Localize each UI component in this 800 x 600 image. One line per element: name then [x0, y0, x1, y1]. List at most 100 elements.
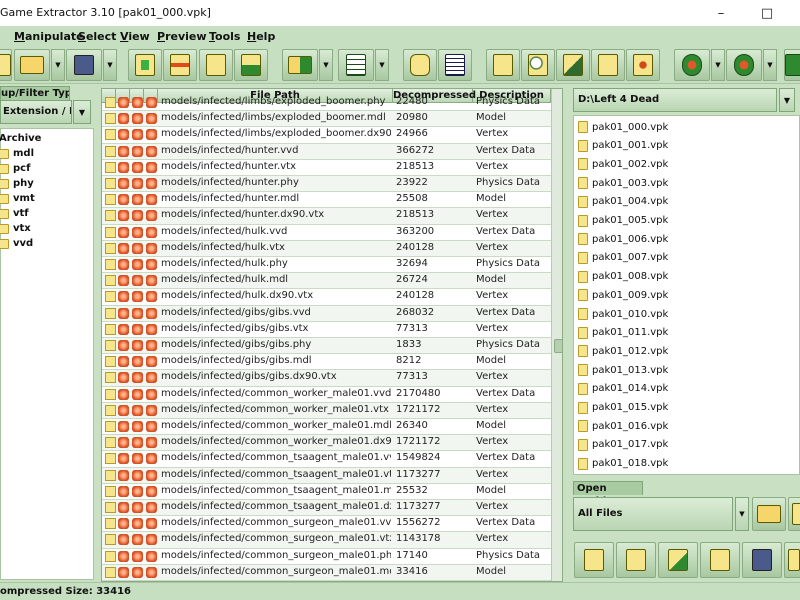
table-row[interactable]: models/infected/common_worker_male01.dx9…	[102, 435, 551, 452]
export-button[interactable]	[282, 49, 318, 81]
remove-file-button[interactable]	[163, 49, 197, 81]
options-dropdown[interactable]: ▼	[711, 49, 725, 81]
details-view-button[interactable]	[438, 49, 472, 81]
view-dropdown[interactable]: ▼	[375, 49, 389, 81]
archive-list-item[interactable]: pak01_012.vpk	[578, 345, 668, 358]
extra-button[interactable]	[784, 49, 800, 81]
table-row[interactable]: models/infected/limbs/exploded_boomer.dx…	[102, 127, 551, 144]
table-row[interactable]: models/infected/limbs/exploded_boomer.md…	[102, 111, 551, 128]
menu-manipulate[interactable]: Manipulate	[14, 30, 84, 43]
preview-archive-button[interactable]	[788, 497, 800, 531]
minimize-button[interactable]: –	[698, 0, 744, 26]
table-row[interactable]: models/infected/hunter.dx90.vtx 218513 Ver…	[102, 208, 551, 225]
menu-view[interactable]: View	[120, 30, 150, 43]
table-row[interactable]: models/infected/common_surgeon_male01.md…	[102, 564, 551, 581]
add-file-button[interactable]	[128, 49, 162, 81]
filter-select[interactable]: Extension / File	[0, 100, 72, 124]
tree-item[interactable]: phy	[0, 178, 34, 189]
action-button-6[interactable]	[784, 542, 800, 578]
table-row[interactable]: models/infected/common_surgeon_male01.vv…	[102, 516, 551, 533]
archive-list-item[interactable]: pak01_017.vpk	[578, 438, 668, 451]
table-view-button[interactable]	[338, 49, 374, 81]
file-type-dropdown-button[interactable]: ▼	[735, 497, 749, 531]
vertical-scrollbar[interactable]	[551, 89, 562, 581]
file-type-select[interactable]: All Files	[573, 497, 733, 531]
tree-item[interactable]: vtf	[0, 208, 29, 219]
replace-button[interactable]	[234, 49, 268, 81]
archive-list-item[interactable]: pak01_003.vpk	[578, 177, 668, 190]
scroll-thumb[interactable]	[554, 339, 562, 353]
archive-list-item[interactable]: pak01_018.vpk	[578, 457, 668, 470]
table-row[interactable]: models/infected/hunter.phy 23922 Physics D…	[102, 176, 551, 193]
table-row[interactable]: models/infected/common_tsaagent_male01.m…	[102, 484, 551, 500]
archive-list-item[interactable]: pak01_015.vpk	[578, 401, 668, 414]
table-row[interactable]: models/infected/gibs/gibs.phy 1833 Physics…	[102, 338, 551, 355]
tree-item[interactable]: vtx	[0, 223, 31, 234]
table-row[interactable]: models/infected/limbs/exploded_boomer.ph…	[102, 95, 551, 112]
save-dropdown[interactable]: ▼	[103, 49, 117, 81]
archive-list-item[interactable]: pak01_006.vpk	[578, 233, 668, 246]
menu-select[interactable]: Select	[78, 30, 116, 43]
tree-item[interactable]: vmt	[0, 193, 35, 204]
open-archive-button[interactable]	[752, 497, 786, 531]
rename-button[interactable]	[199, 49, 233, 81]
action-button-4[interactable]	[700, 542, 740, 578]
script-button[interactable]	[486, 49, 520, 81]
search-button[interactable]	[521, 49, 555, 81]
thumbnails-button[interactable]	[403, 49, 437, 81]
table-row[interactable]: models/infected/common_surgeon_male01.vt…	[102, 532, 551, 549]
archive-list-item[interactable]: pak01_010.vpk	[578, 308, 668, 320]
archive-list-item[interactable]: pak01_001.vpk	[578, 139, 668, 152]
archive-list-item[interactable]: pak01_013.vpk	[578, 364, 668, 377]
table-row[interactable]: models/infected/gibs/gibs.vvd 268032 Verte…	[102, 305, 551, 322]
options-button[interactable]	[674, 49, 710, 81]
hex-button[interactable]	[591, 49, 625, 81]
archive-list-item[interactable]: pak01_007.vpk	[578, 251, 668, 264]
new-button[interactable]	[0, 49, 12, 81]
filter-dropdown-button[interactable]: ▼	[73, 100, 91, 124]
menu-preview[interactable]: Preview	[157, 30, 207, 43]
filter-type-tab[interactable]: up/Filter Type	[0, 86, 70, 100]
table-row[interactable]: models/infected/gibs/gibs.dx90.vtx 77313 V…	[102, 370, 551, 387]
table-row[interactable]: models/infected/gibs/gibs.vtx 77313 Vertex	[102, 322, 551, 338]
open-dropdown[interactable]: ▼	[51, 49, 65, 81]
settings-button[interactable]	[726, 49, 762, 81]
table-row[interactable]: models/infected/hulk.dx90.vtx 240128 Verte…	[102, 289, 551, 306]
action-button-1[interactable]	[574, 542, 614, 578]
table-row[interactable]: models/infected/gibs/gibs.mdl 8212 Model	[102, 354, 551, 371]
plugin-button[interactable]	[556, 49, 590, 81]
tree-item[interactable]: pcf	[0, 163, 30, 174]
archive-list-item[interactable]: pak01_011.vpk	[578, 326, 668, 339]
archive-list-item[interactable]: pak01_000.vpk	[578, 121, 668, 133]
archive-list-item[interactable]: pak01_004.vpk	[578, 195, 668, 208]
table-row[interactable]: models/infected/common_worker_male01.vtx…	[102, 402, 551, 419]
action-button-5[interactable]	[742, 542, 782, 578]
directory-dropdown-button[interactable]: ▼	[779, 88, 795, 112]
table-row[interactable]: models/infected/common_worker_male01.vvd…	[102, 387, 551, 403]
tree-item[interactable]: mdl	[0, 148, 34, 159]
archive-list-item[interactable]: pak01_009.vpk	[578, 289, 668, 302]
archive-list-item[interactable]: pak01_016.vpk	[578, 420, 668, 433]
table-row[interactable]: models/infected/common_tsaagent_male01.v…	[102, 467, 551, 484]
table-row[interactable]: models/infected/common_surgeon_male01.ph…	[102, 549, 551, 565]
table-row[interactable]: models/infected/hulk.phy 32694 Physics Dat…	[102, 257, 551, 274]
table-row[interactable]: models/infected/hulk.vvd 363200 Vertex Dat…	[102, 225, 551, 241]
table-row[interactable]: models/infected/hunter.mdl 25508 Model	[102, 192, 551, 209]
action-button-3[interactable]	[658, 542, 698, 578]
archive-list-item[interactable]: pak01_005.vpk	[578, 214, 668, 227]
tree-root[interactable]: Archive	[0, 133, 41, 144]
menu-tools[interactable]: Tools	[209, 30, 240, 43]
action-button-2[interactable]	[616, 542, 656, 578]
menu-help[interactable]: Help	[247, 30, 275, 43]
info-button[interactable]	[626, 49, 660, 81]
maximize-button[interactable]: □	[744, 0, 790, 26]
table-row[interactable]: models/infected/hulk.mdl 26724 Model	[102, 273, 551, 290]
save-button[interactable]	[66, 49, 102, 81]
table-row[interactable]: models/infected/hunter.vtx 218513 Vertex	[102, 160, 551, 176]
settings-dropdown[interactable]: ▼	[763, 49, 777, 81]
table-row[interactable]: models/infected/common_worker_male01.mdl…	[102, 419, 551, 436]
table-row[interactable]: models/infected/common_tsaagent_male01.d…	[102, 500, 551, 517]
archive-list-item[interactable]: pak01_002.vpk	[578, 158, 668, 171]
archive-list-item[interactable]: pak01_014.vpk	[578, 382, 668, 395]
open-archive-tab[interactable]: Open Archive	[573, 481, 643, 507]
